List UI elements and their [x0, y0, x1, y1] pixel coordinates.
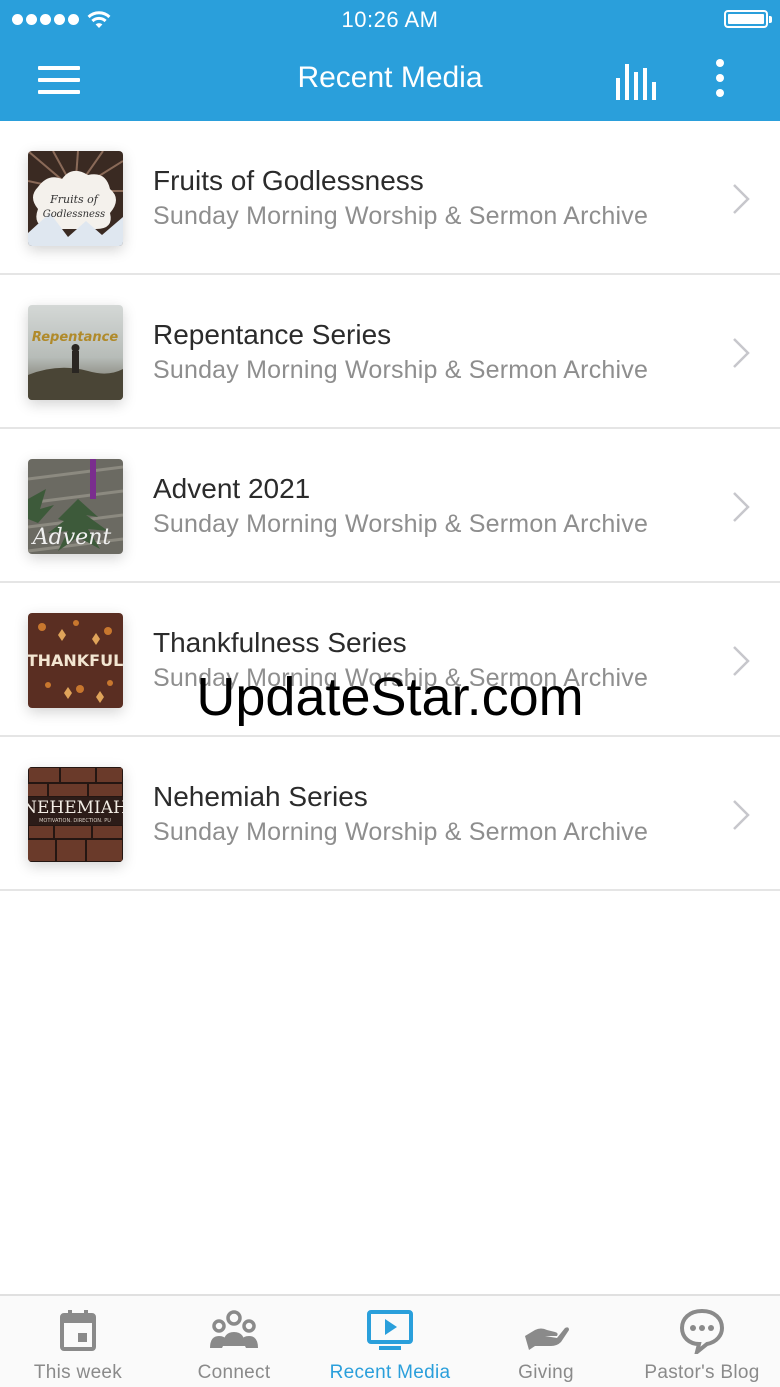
chat-bubble-icon	[679, 1308, 725, 1354]
status-bar: 10:26 AM	[0, 0, 780, 40]
chevron-right-icon	[733, 338, 750, 368]
tab-label: Recent Media	[329, 1362, 451, 1383]
list-item[interactable]: NEHEMIAH MOTIVATION. DIRECTION. PU Nehem…	[0, 737, 780, 891]
item-subtitle: Sunday Morning Worship & Sermon Archive	[153, 356, 649, 384]
chevron-right-icon	[733, 492, 750, 522]
chevron-right-icon	[733, 800, 750, 830]
tab-recent-media[interactable]: Recent Media	[312, 1296, 468, 1387]
play-screen-icon	[367, 1310, 413, 1350]
item-title: Thankfulness Series	[153, 627, 407, 658]
tab-this-week[interactable]: This week	[0, 1296, 156, 1387]
svg-text:Repentance: Repentance	[32, 330, 119, 345]
svg-text:NEHEMIAH: NEHEMIAH	[28, 798, 123, 818]
series-thumbnail: Fruits of Godlessness	[28, 151, 123, 246]
media-list: Fruits of Godlessness Fruits of Godlessn…	[0, 121, 780, 891]
svg-text:Advent: Advent	[31, 525, 112, 550]
list-item[interactable]: Fruits of Godlessness Fruits of Godlessn…	[0, 121, 780, 275]
list-item[interactable]: Repentance Repentance Series Sunday Morn…	[0, 275, 780, 429]
item-subtitle: Sunday Morning Worship & Sermon Archive	[153, 510, 649, 538]
giving-hand-icon	[525, 1327, 569, 1350]
tab-pastors-blog[interactable]: Pastor's Blog	[624, 1296, 780, 1387]
item-subtitle: Sunday Morning Worship & Sermon Archive	[153, 202, 649, 230]
item-title: Nehemiah Series	[153, 781, 368, 812]
series-thumbnail: NEHEMIAH MOTIVATION. DIRECTION. PU	[28, 767, 123, 862]
tab-connect[interactable]: Connect	[156, 1296, 312, 1387]
series-thumbnail: Repentance	[28, 305, 123, 400]
navigation-bar: Recent Media	[0, 40, 780, 121]
tab-bar: This week Connect Recent Media Giving Pa…	[0, 1294, 780, 1387]
item-title: Advent 2021	[153, 473, 311, 504]
tab-label: Connect	[197, 1362, 271, 1383]
chevron-right-icon	[733, 184, 750, 214]
tab-label: This week	[33, 1362, 123, 1383]
battery-icon	[724, 10, 772, 28]
status-time: 10:26 AM	[341, 7, 439, 32]
bar-chart-icon[interactable]	[610, 58, 666, 104]
people-icon	[210, 1310, 258, 1348]
tab-label: Giving	[518, 1362, 574, 1383]
item-title: Fruits of Godlessness	[153, 165, 424, 196]
item-title: Repentance Series	[153, 319, 392, 350]
calendar-icon	[60, 1310, 96, 1351]
tab-giving[interactable]: Giving	[468, 1296, 624, 1387]
watermark: UpdateStar.com	[196, 667, 584, 727]
item-subtitle: Sunday Morning Worship & Sermon Archive	[153, 818, 649, 846]
more-options-icon[interactable]	[702, 54, 738, 104]
svg-text:MOTIVATION. DIRECTION. PU: MOTIVATION. DIRECTION. PU	[39, 818, 111, 824]
svg-text:Godlessness: Godlessness	[43, 209, 105, 220]
list-item[interactable]: Advent Advent 2021 Sunday Morning Worshi…	[0, 429, 780, 583]
tab-label: Pastor's Blog	[644, 1362, 760, 1383]
svg-text:Fruits of: Fruits of	[49, 193, 100, 206]
series-thumbnail: Advent	[28, 459, 123, 554]
top-bar: 10:26 AM Recent Media	[0, 0, 780, 121]
